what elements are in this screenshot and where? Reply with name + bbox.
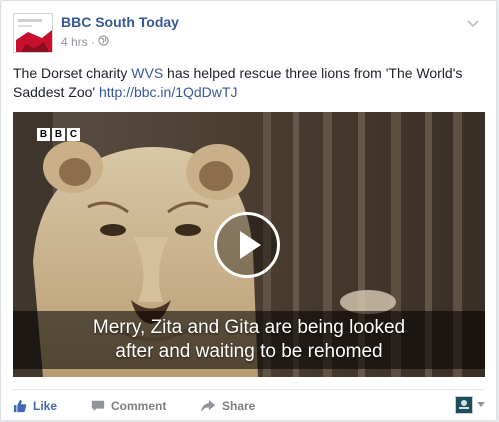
comment-button[interactable]: Comment [91, 395, 166, 417]
thumbs-up-icon [13, 399, 27, 413]
post-meta: 4 hrs · [61, 35, 109, 49]
comment-label: Comment [111, 399, 167, 413]
action-bar: Like Comment Share [13, 395, 485, 417]
caption-line-2: after and waiting to be rehomed [115, 341, 383, 362]
chevron-down-icon[interactable] [465, 15, 481, 31]
share-button[interactable]: Share [200, 395, 255, 417]
viewer-selector[interactable] [455, 396, 485, 414]
page-avatar[interactable] [13, 13, 53, 53]
video-caption: Merry, Zita and Gita are being looked af… [13, 316, 485, 364]
post-url-link[interactable]: http://bbc.in/1QdDwTJ [99, 84, 238, 100]
globe-icon [98, 35, 109, 49]
share-icon [201, 399, 215, 413]
caption-line-1: Merry, Zita and Gita are being looked [92, 317, 406, 338]
play-button[interactable] [214, 212, 280, 278]
video-player[interactable]: B B C Merry, Zita and Gita are being loo… [13, 112, 485, 377]
post-card: BBC South Today 4 hrs · The Dorset chari… [0, 0, 497, 421]
comment-icon [91, 400, 105, 412]
post-header: BBC South Today 4 hrs · [13, 11, 483, 55]
like-button[interactable]: Like [13, 395, 57, 417]
share-label: Share [222, 399, 256, 413]
post-text-start: The Dorset charity [13, 65, 132, 81]
page-name[interactable]: BBC South Today [61, 14, 179, 30]
bbc-logo-letter-2: B [52, 128, 65, 141]
bbc-logo: B B C [37, 128, 80, 141]
like-label: Like [33, 399, 58, 413]
meta-separator: · [90, 35, 95, 49]
charity-link[interactable]: WVS [131, 65, 163, 81]
play-icon [240, 231, 261, 259]
caret-down-icon [477, 402, 485, 407]
bbc-logo-letter-1: B [37, 128, 50, 141]
post-text: The Dorset charity WVS has helped rescue… [13, 64, 488, 102]
viewer-avatar [455, 396, 473, 414]
actions-divider [13, 389, 485, 390]
bbc-logo-letter-3: C [67, 128, 80, 141]
post-timestamp[interactable]: 4 hrs [61, 35, 88, 49]
